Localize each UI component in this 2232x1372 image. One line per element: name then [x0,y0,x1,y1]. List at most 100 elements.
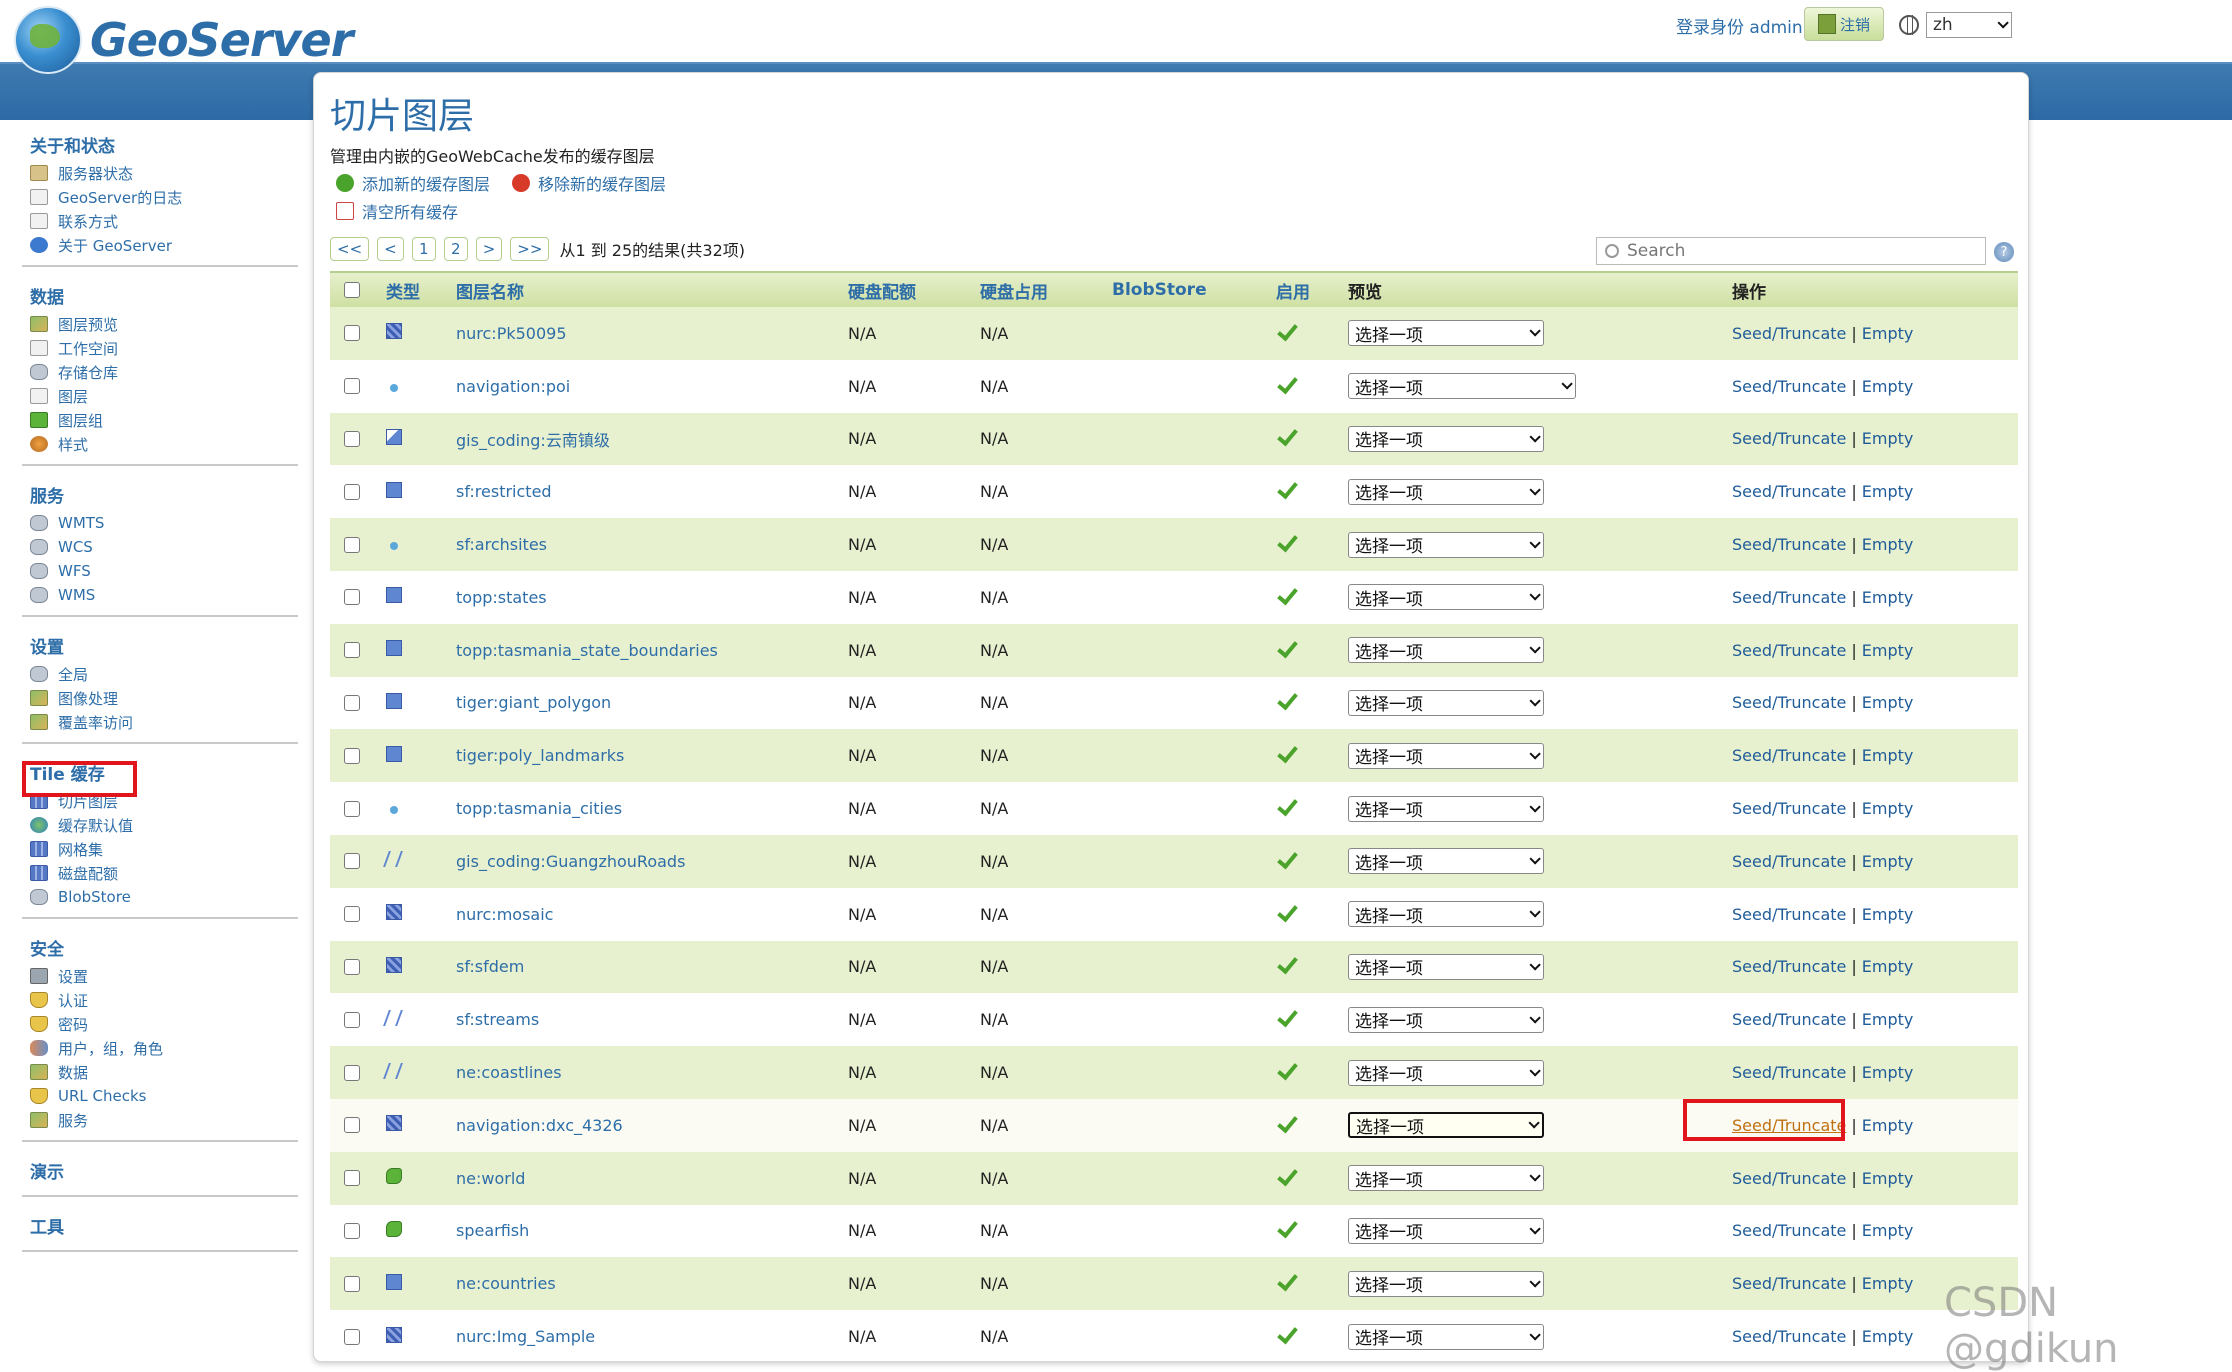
preview-select[interactable]: 选择一项 [1348,1323,1544,1350]
sidebar-item[interactable]: URL Checks [22,1084,298,1108]
empty-link[interactable]: Empty [1862,377,1914,396]
row-checkbox[interactable] [344,1170,360,1187]
seed-truncate-link[interactable]: Seed/Truncate [1732,1063,1846,1082]
empty-link[interactable]: Empty [1862,1274,1914,1293]
row-checkbox[interactable] [344,589,360,606]
add-cached-layer-link[interactable]: 添加新的缓存图层 [336,171,490,195]
preview-select[interactable]: 选择一项 [1348,320,1544,347]
seed-truncate-link[interactable]: Seed/Truncate [1732,1274,1846,1293]
preview-select[interactable]: 选择一项 [1348,1217,1544,1244]
sidebar-item[interactable]: GeoServer的日志 [22,185,298,209]
seed-truncate-link[interactable]: Seed/Truncate [1732,693,1846,712]
empty-link[interactable]: Empty [1862,799,1914,818]
pager-page-1-button[interactable]: 1 [411,237,436,261]
preview-select[interactable]: 选择一项 [1348,637,1544,664]
sidebar-item[interactable]: 联系方式 [22,209,298,233]
row-checkbox[interactable] [344,536,360,553]
sidebar-item[interactable]: 服务器状态 [22,161,298,185]
sidebar-item[interactable]: 服务 [22,1108,298,1132]
sidebar-item[interactable]: 存储仓库 [22,360,298,384]
row-checkbox[interactable] [344,747,360,764]
sidebar-item[interactable]: 工作空间 [22,336,298,360]
sidebar-item[interactable]: BlobStore [22,885,298,909]
row-checkbox[interactable] [344,1064,360,1081]
seed-truncate-link[interactable]: Seed/Truncate [1732,957,1846,976]
row-checkbox[interactable] [344,958,360,975]
row-checkbox[interactable] [344,642,360,659]
preview-select[interactable]: 选择一项 [1348,478,1544,505]
sidebar-item[interactable]: 设置 [22,964,298,988]
remove-cached-layer-link[interactable]: 移除新的缓存图层 [512,171,666,195]
preview-select[interactable]: 选择一项 [1348,1006,1544,1033]
row-checkbox[interactable] [344,483,360,500]
sidebar-item[interactable]: 全局 [22,662,298,686]
row-checkbox[interactable] [344,800,360,817]
sidebar-item[interactable]: 关于 GeoServer [22,233,298,257]
seed-truncate-link[interactable]: Seed/Truncate [1732,905,1846,924]
preview-select[interactable]: 选择一项 [1348,1270,1544,1297]
seed-truncate-link[interactable]: Seed/Truncate [1732,1169,1846,1188]
seed-truncate-link[interactable]: Seed/Truncate [1732,535,1846,554]
empty-link[interactable]: Empty [1862,1010,1914,1029]
empty-link[interactable]: Empty [1862,1327,1914,1346]
empty-link[interactable]: Empty [1862,693,1914,712]
preview-select[interactable]: 选择一项 [1348,953,1544,980]
row-checkbox[interactable] [344,694,360,711]
empty-link[interactable]: Empty [1862,1116,1914,1135]
seed-truncate-link[interactable]: Seed/Truncate [1732,641,1846,660]
sidebar-item[interactable]: 覆盖率访问 [22,710,298,734]
col-enabled[interactable]: 启用 [1266,278,1348,303]
seed-truncate-link[interactable]: Seed/Truncate [1732,799,1846,818]
sidebar-item[interactable]: 认证 [22,988,298,1012]
row-checkbox[interactable] [344,1328,360,1345]
empty-link[interactable]: Empty [1862,535,1914,554]
preview-select[interactable]: 选择一项 [1348,795,1544,822]
sidebar-item[interactable]: 磁盘配额 [22,861,298,885]
seed-truncate-link[interactable]: Seed/Truncate [1732,377,1846,396]
sidebar-item[interactable]: 图像处理 [22,686,298,710]
sidebar-item[interactable]: WMS [22,583,298,607]
logout-button[interactable]: 注销 [1804,7,1884,41]
select-all-checkbox[interactable] [344,282,360,298]
row-checkbox[interactable] [344,378,360,395]
seed-truncate-link[interactable]: Seed/Truncate [1732,588,1846,607]
row-checkbox[interactable] [344,325,360,342]
seed-truncate-link[interactable]: Seed/Truncate [1732,746,1846,765]
pager-page-2-button[interactable]: 2 [443,237,468,261]
sidebar-item[interactable]: WFS [22,559,298,583]
preview-select[interactable]: 选择一项 [1348,531,1544,558]
preview-select[interactable]: 选择一项 [1348,373,1576,400]
sidebar-item[interactable]: WCS [22,535,298,559]
row-checkbox[interactable] [344,1275,360,1292]
seed-truncate-link[interactable]: Seed/Truncate [1732,324,1846,343]
sidebar-item[interactable]: 样式 [22,432,298,456]
sidebar-item[interactable]: 用户，组，角色 [22,1036,298,1060]
sidebar-item[interactable]: WMTS [22,511,298,535]
geoserver-logo[interactable]: GeoServer [14,6,353,74]
sidebar-item[interactable]: 密码 [22,1012,298,1036]
pager-first-button[interactable]: << [330,237,370,261]
empty-link[interactable]: Empty [1862,429,1914,448]
sidebar-item[interactable]: 数据 [22,1060,298,1084]
seed-truncate-link[interactable]: Seed/Truncate [1732,1327,1846,1346]
preview-select[interactable]: 选择一项 [1348,584,1544,611]
empty-link[interactable]: Empty [1862,905,1914,924]
row-checkbox[interactable] [344,906,360,923]
pager-next-button[interactable]: > [475,237,503,261]
preview-select[interactable]: 选择一项 [1348,689,1544,716]
row-checkbox[interactable] [344,430,360,447]
row-checkbox[interactable] [344,1117,360,1134]
empty-link[interactable]: Empty [1862,324,1914,343]
search-input[interactable]: Search [1596,237,1986,265]
pager-prev-button[interactable]: < [377,237,404,261]
row-checkbox[interactable] [344,1011,360,1028]
sidebar-item[interactable]: 图层组 [22,408,298,432]
col-type[interactable]: 类型 [374,278,456,303]
empty-link[interactable]: Empty [1862,852,1914,871]
col-usage[interactable]: 硬盘占用 [980,278,1112,303]
clear-all-cache-link[interactable]: 清空所有缓存 [336,199,458,223]
seed-truncate-link[interactable]: Seed/Truncate [1732,852,1846,871]
empty-link[interactable]: Empty [1862,588,1914,607]
col-quota[interactable]: 硬盘配额 [848,278,980,303]
seed-truncate-link[interactable]: Seed/Truncate [1732,1010,1846,1029]
